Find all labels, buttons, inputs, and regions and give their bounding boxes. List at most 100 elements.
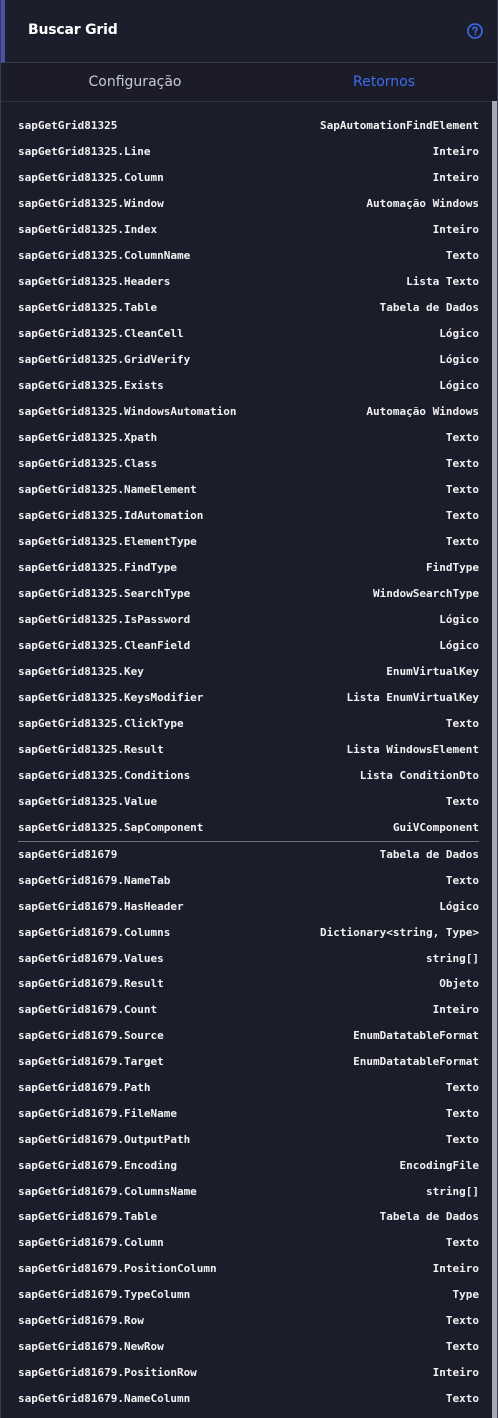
variable-name: sapGetGrid81679.NewRow xyxy=(18,1339,164,1353)
list-item[interactable]: sapGetGrid81679.OutputPath Texto xyxy=(1,1127,493,1153)
list-item[interactable]: sapGetGrid81679.NameTab Texto xyxy=(1,868,493,894)
list-item[interactable]: sapGetGrid81325.KeysModifier Lista EnumVi… xyxy=(1,685,493,711)
tab-retornos[interactable]: Retornos xyxy=(269,63,498,101)
list-item[interactable]: sapGetGrid81679.HasHeader Lógico xyxy=(1,894,493,920)
variable-type: GuiVComponent xyxy=(392,821,479,834)
variable-type: Tabela de Dados xyxy=(379,1210,479,1224)
list-item[interactable]: sapGetGrid81679.Target EnumDatatableForma… xyxy=(1,1049,493,1075)
list-item[interactable]: sapGetGrid81325.WindowsAutomation Automaç… xyxy=(1,399,493,425)
variable-type: Texto xyxy=(445,1314,479,1328)
variable-name: sapGetGrid81325.Window xyxy=(18,197,164,210)
scrollbar[interactable] xyxy=(492,101,497,1418)
list-item[interactable]: sapGetGrid81325.SearchType WindowSearchTy… xyxy=(1,581,493,607)
list-item[interactable]: sapGetGrid81325.Key EnumVirtualKey xyxy=(1,659,493,685)
variable-type: Texto xyxy=(445,509,479,522)
list-item[interactable]: sapGetGrid81325.Headers Lista Texto xyxy=(1,269,493,295)
variable-type: Lógico xyxy=(439,379,479,392)
list-item[interactable]: sapGetGrid81679.NameColumn Texto xyxy=(1,1386,493,1412)
list-item[interactable]: sapGetGrid81679.Column Texto xyxy=(1,1230,493,1256)
list-item[interactable]: sapGetGrid81325.IsPassword Lógico xyxy=(1,607,493,633)
variable-type: Lista Texto xyxy=(406,275,479,288)
variable-name: sapGetGrid81325.Key xyxy=(18,665,144,678)
question-circle-icon[interactable] xyxy=(467,23,483,39)
list-item[interactable]: sapGetGrid81679.ColumnsName string[] xyxy=(1,1179,493,1205)
variable-type: Inteiro xyxy=(432,223,479,236)
list-item[interactable]: sapGetGrid81325.Table Tabela de Dados xyxy=(1,295,493,321)
variable-name: sapGetGrid81325.Xpath xyxy=(18,431,158,444)
variable-type: Texto xyxy=(445,1236,479,1250)
variable-name: sapGetGrid81679 xyxy=(18,848,118,861)
list-item[interactable]: sapGetGrid81325.Column Inteiro xyxy=(1,165,493,191)
list-item[interactable]: sapGetGrid81325 SapAutomationFindElement xyxy=(1,113,493,139)
list-item[interactable]: sapGetGrid81679.Encoding EncodingFile xyxy=(1,1153,493,1179)
list-item[interactable]: sapGetGrid81325.Window Automação Windows xyxy=(1,191,493,217)
variable-name: sapGetGrid81325.Class xyxy=(18,457,158,470)
variable-name: sapGetGrid81325.Table xyxy=(18,301,158,314)
list-item[interactable]: sapGetGrid81325.Index Inteiro xyxy=(1,217,493,243)
panel-title: Buscar Grid xyxy=(28,22,118,38)
list-item[interactable]: sapGetGrid81679.Count Inteiro xyxy=(1,997,493,1023)
variable-type: Lógico xyxy=(439,639,479,652)
list-item[interactable]: sapGetGrid81325.ElementType Texto xyxy=(1,529,493,555)
variable-name: sapGetGrid81325.Headers xyxy=(18,275,171,288)
variable-type: Automação Windows xyxy=(366,405,479,418)
variable-type: Tabela de Dados xyxy=(379,848,479,861)
variable-type: Inteiro xyxy=(432,171,479,184)
list-item[interactable]: sapGetGrid81325.Result Lista WindowsEleme… xyxy=(1,737,493,763)
list-item[interactable]: sapGetGrid81679 Tabela de Dados xyxy=(1,842,493,868)
tab-configuracao[interactable]: Configuração xyxy=(1,63,269,101)
list-item[interactable]: sapGetGrid81679.Path Texto xyxy=(1,1075,493,1101)
variable-type: WindowSearchType xyxy=(373,587,479,600)
variable-name: sapGetGrid81325.CleanField xyxy=(18,639,191,652)
variable-name: sapGetGrid81679.Path xyxy=(18,1081,151,1095)
list-item[interactable]: sapGetGrid81325.CleanCell Lógico xyxy=(1,321,493,347)
variable-type: SapAutomationFindElement xyxy=(320,119,479,132)
variable-name: sapGetGrid81325.KeysModifier xyxy=(18,691,204,704)
list-item[interactable]: sapGetGrid81679.PositionColumn Inteiro xyxy=(1,1256,493,1282)
variable-name: sapGetGrid81325.SearchType xyxy=(18,587,191,600)
variable-type: Lista EnumVirtualKey xyxy=(346,691,479,704)
list-item[interactable]: sapGetGrid81325.Xpath Texto xyxy=(1,425,493,451)
variable-name: sapGetGrid81325.GridVerify xyxy=(18,353,191,366)
list-item[interactable]: sapGetGrid81325.FindType FindType xyxy=(1,555,493,581)
list-item[interactable]: sapGetGrid81679.Table Tabela de Dados xyxy=(1,1204,493,1230)
variable-name: sapGetGrid81679.FileName xyxy=(18,1106,177,1120)
list-item[interactable]: sapGetGrid81679.Values string[] xyxy=(1,946,493,972)
variable-group: sapGetGrid81325 SapAutomationFindElement s… xyxy=(1,113,493,841)
variable-type: Inteiro xyxy=(432,145,479,158)
variable-type: EnumDatatableFormat xyxy=(353,1055,479,1069)
list-item[interactable]: sapGetGrid81325.SapComponent GuiVComponen… xyxy=(1,815,493,841)
list-item[interactable]: sapGetGrid81325.IdAutomation Texto xyxy=(1,503,493,529)
list-item[interactable]: sapGetGrid81325.Class Texto xyxy=(1,451,493,477)
returns-panel: Buscar Grid Configuração Retornos sapGet… xyxy=(0,0,498,1418)
variable-type: Texto xyxy=(445,1132,479,1146)
list-item[interactable]: sapGetGrid81679.Row Texto xyxy=(1,1308,493,1334)
variable-name: sapGetGrid81679.Encoding xyxy=(18,1158,177,1172)
list-item[interactable]: sapGetGrid81679.NewRow Texto xyxy=(1,1334,493,1360)
list-item[interactable]: sapGetGrid81325.CleanField Lógico xyxy=(1,633,493,659)
variable-type: Lógico xyxy=(439,613,479,626)
variable-type: Inteiro xyxy=(432,1262,479,1276)
variable-name: sapGetGrid81325.ColumnName xyxy=(18,249,191,262)
list-item[interactable]: sapGetGrid81679.TypeColumn Type xyxy=(1,1282,493,1308)
variable-type: Texto xyxy=(445,1391,479,1405)
list-item[interactable]: sapGetGrid81325.GridVerify Lógico xyxy=(1,347,493,373)
variable-type: Texto xyxy=(445,1081,479,1095)
variable-type: Texto xyxy=(445,457,479,470)
list-item[interactable]: sapGetGrid81325.Value Texto xyxy=(1,789,493,815)
list-item[interactable]: sapGetGrid81679.PositionRow Inteiro xyxy=(1,1360,493,1386)
list-item[interactable]: sapGetGrid81679.Columns Dictionary<string… xyxy=(1,920,493,946)
list-item[interactable]: sapGetGrid81679.Source EnumDatatableForma… xyxy=(1,1023,493,1049)
list-item[interactable]: sapGetGrid81325.ClickType Texto xyxy=(1,711,493,737)
list-item[interactable]: sapGetGrid81325.Line Inteiro xyxy=(1,139,493,165)
variable-name: sapGetGrid81325.FindType xyxy=(18,561,177,574)
list-item[interactable]: sapGetGrid81325.Conditions Lista Conditio… xyxy=(1,763,493,789)
list-item[interactable]: sapGetGrid81679.FileName Texto xyxy=(1,1101,493,1127)
list-item[interactable]: sapGetGrid81325.NameElement Texto xyxy=(1,477,493,503)
list-item[interactable]: sapGetGrid81679.Result Objeto xyxy=(1,971,493,997)
variable-name: sapGetGrid81325.Value xyxy=(18,795,158,808)
list-item[interactable]: sapGetGrid81325.ColumnName Texto xyxy=(1,243,493,269)
returns-list: sapGetGrid81325 SapAutomationFindElement s… xyxy=(1,113,493,1412)
list-item[interactable]: sapGetGrid81325.Exists Lógico xyxy=(1,373,493,399)
variable-type: Type xyxy=(452,1288,480,1302)
